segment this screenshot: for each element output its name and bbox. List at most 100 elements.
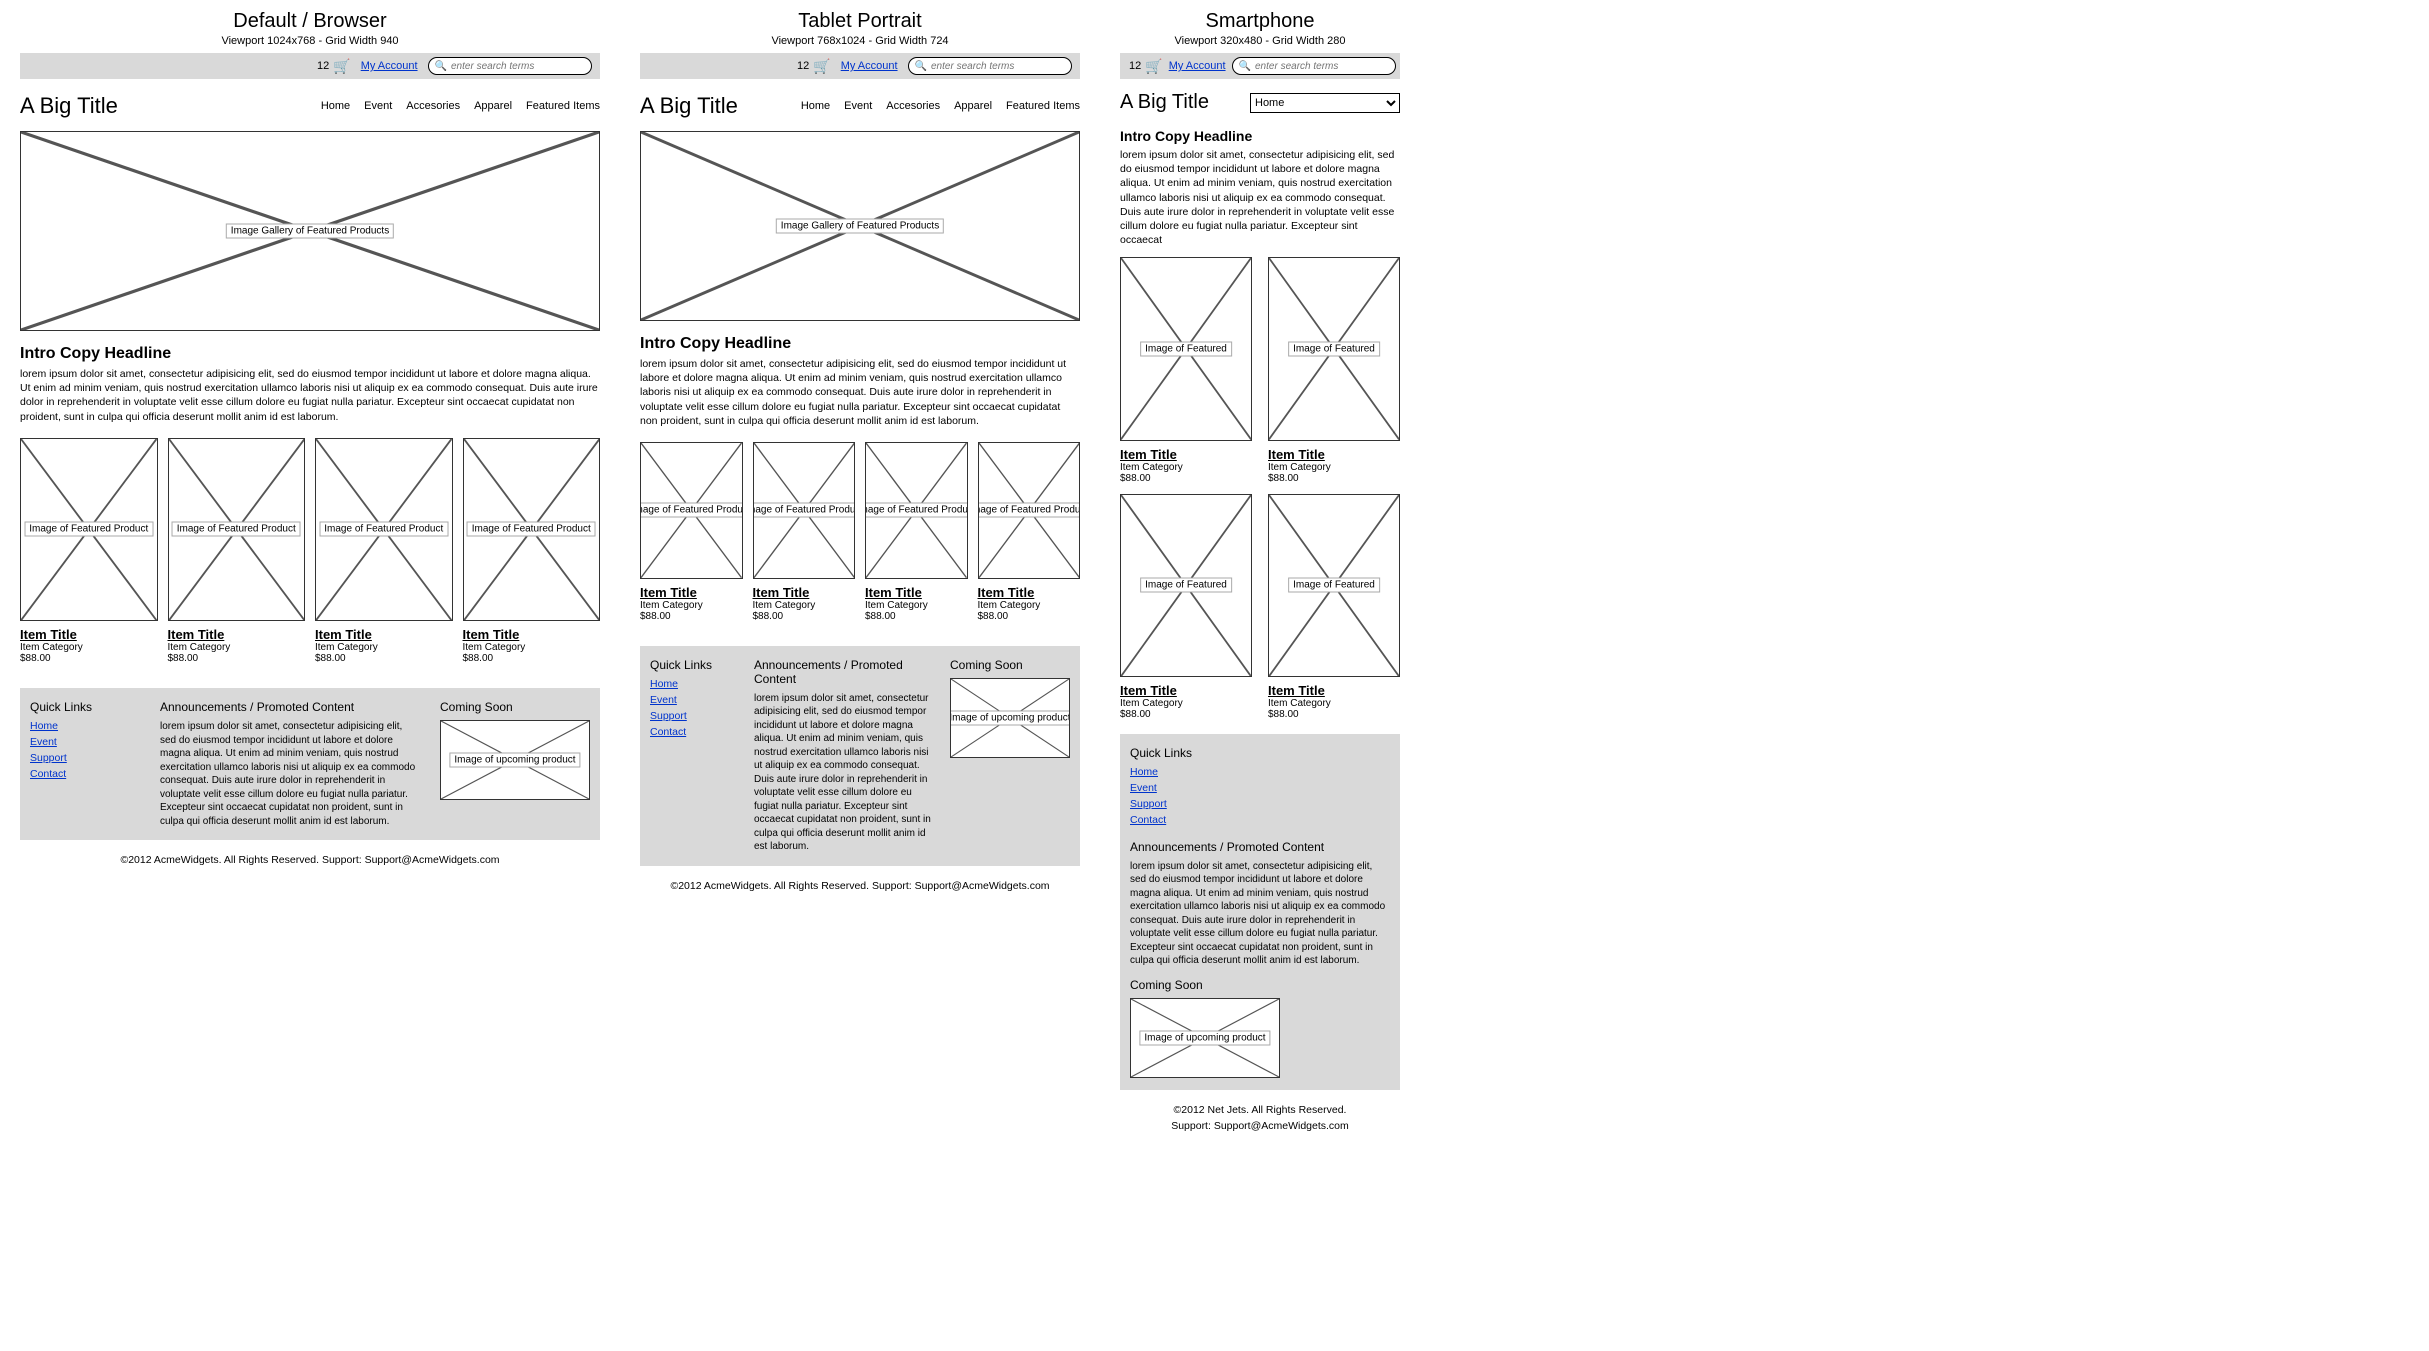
footer-link[interactable]: Contact [30, 768, 140, 780]
top-bar: 12 🛒 My Account 🔍 [1120, 53, 1400, 79]
item-price: $88.00 [463, 653, 601, 664]
item-category: Item Category [315, 642, 453, 653]
placeholder-label: Image of Featured [1140, 578, 1232, 593]
item-price: $88.00 [978, 611, 1081, 622]
coming-soon-image[interactable]: Image of upcoming product [440, 720, 590, 800]
footer-link[interactable]: Home [1130, 766, 1390, 778]
item-title[interactable]: Item Title [978, 585, 1081, 600]
cart-icon[interactable]: 🛒 [333, 58, 350, 75]
cart-icon[interactable]: 🛒 [813, 58, 830, 75]
footer-link[interactable]: Event [650, 694, 740, 706]
footer-link[interactable]: Contact [1130, 814, 1390, 826]
product-card[interactable]: Image of Featured Item Title Item Catego… [1120, 494, 1252, 720]
intro-copy: lorem ipsum dolor sit amet, consectetur … [1120, 148, 1400, 247]
placeholder-label: Image of Featured Product [640, 503, 743, 518]
product-card[interactable]: Image of Featured Product Item Title Ite… [640, 442, 743, 622]
item-title[interactable]: Item Title [865, 585, 968, 600]
cart-icon[interactable]: 🛒 [1145, 58, 1162, 75]
item-price: $88.00 [1268, 709, 1400, 720]
footer-link[interactable]: Support [30, 752, 140, 764]
nav-item[interactable]: Home [801, 100, 830, 112]
quick-links-title: Quick Links [650, 658, 740, 672]
search-input[interactable] [1255, 61, 1389, 72]
item-title[interactable]: Item Title [753, 585, 856, 600]
item-title[interactable]: Item Title [463, 627, 601, 642]
nav-item[interactable]: Home [321, 100, 350, 112]
placeholder-label: Image of Featured Product [319, 522, 448, 537]
search-field[interactable]: 🔍 [428, 57, 592, 75]
search-field[interactable]: 🔍 [1232, 57, 1396, 75]
search-input[interactable] [931, 61, 1065, 72]
footer-link[interactable]: Support [1130, 798, 1390, 810]
announcements: Announcements / Promoted Content lorem i… [754, 658, 936, 854]
footer-link[interactable]: Event [1130, 782, 1390, 794]
item-title[interactable]: Item Title [168, 627, 306, 642]
quick-links: Quick Links Home Event Support Contact [650, 658, 740, 854]
item-title[interactable]: Item Title [1120, 447, 1252, 462]
coming-soon: Coming Soon Image of upcoming product [1130, 978, 1390, 1078]
product-card[interactable]: Image of Featured Product Item Title Ite… [753, 442, 856, 622]
product-card[interactable]: Image of Featured Product Item Title Ite… [20, 438, 158, 664]
hero-gallery[interactable]: Image Gallery of Featured Products [20, 131, 600, 331]
search-input[interactable] [451, 61, 585, 72]
announcements: Announcements / Promoted Content lorem i… [1130, 840, 1390, 968]
nav-item[interactable]: Event [364, 100, 392, 112]
product-card[interactable]: Image of Featured Product Item Title Ite… [865, 442, 968, 622]
item-category: Item Category [865, 600, 968, 611]
footer-link[interactable]: Support [650, 710, 740, 722]
layout-smartphone: Smartphone Viewport 320x480 - Grid Width… [1120, 10, 1400, 1132]
nav-item[interactable]: Accesories [886, 100, 940, 112]
footer-link[interactable]: Home [30, 720, 140, 732]
my-account-link[interactable]: My Account [1169, 60, 1226, 72]
announcements-title: Announcements / Promoted Content [160, 700, 420, 714]
product-card[interactable]: Image of Featured Product Item Title Ite… [978, 442, 1081, 622]
search-icon: 🔍 [435, 61, 447, 72]
quick-links: Quick Links Home Event Support Contact [30, 700, 140, 828]
product-card[interactable]: Image of Featured Product Item Title Ite… [463, 438, 601, 664]
breakpoint-title: Default / Browser [20, 10, 600, 33]
nav-select[interactable]: Home [1250, 93, 1400, 113]
item-category: Item Category [1120, 698, 1252, 709]
coming-soon-image[interactable]: Image of upcoming product [1130, 998, 1280, 1078]
product-card[interactable]: Image of Featured Item Title Item Catego… [1268, 257, 1400, 483]
item-title[interactable]: Item Title [1268, 683, 1400, 698]
item-title[interactable]: Item Title [315, 627, 453, 642]
nav-item[interactable]: Apparel [474, 100, 512, 112]
nav-item[interactable]: Accesories [406, 100, 460, 112]
product-card[interactable]: Image of Featured Product Item Title Ite… [168, 438, 306, 664]
footer-link[interactable]: Event [30, 736, 140, 748]
placeholder-label: Image of Featured Product [978, 503, 1081, 518]
my-account-link[interactable]: My Account [841, 60, 898, 72]
my-account-link[interactable]: My Account [361, 60, 418, 72]
announcements: Announcements / Promoted Content lorem i… [160, 700, 420, 828]
product-card[interactable]: Image of Featured Item Title Item Catego… [1268, 494, 1400, 720]
product-card[interactable]: Image of Featured Product Item Title Ite… [315, 438, 453, 664]
nav-item[interactable]: Apparel [954, 100, 992, 112]
coming-soon-image[interactable]: Image of upcoming product [950, 678, 1070, 758]
hero-gallery[interactable]: Image Gallery of Featured Products [640, 131, 1080, 321]
footer-link[interactable]: Home [650, 678, 740, 690]
footer-link[interactable]: Contact [650, 726, 740, 738]
breakpoint-title: Smartphone [1120, 10, 1400, 33]
layout-tablet: Tablet Portrait Viewport 768x1024 - Grid… [640, 10, 1080, 892]
nav-item[interactable]: Featured Items [526, 100, 600, 112]
nav-item[interactable]: Event [844, 100, 872, 112]
product-card[interactable]: Image of Featured Item Title Item Catego… [1120, 257, 1252, 483]
cart-count: 12 [1129, 60, 1141, 72]
item-title[interactable]: Item Title [1120, 683, 1252, 698]
item-title[interactable]: Item Title [20, 627, 158, 642]
coming-soon-title: Coming Soon [950, 658, 1070, 672]
product-grid: Image of Featured Product Item Title Ite… [20, 438, 600, 664]
top-bar: 12 🛒 My Account 🔍 [640, 53, 1080, 79]
breakpoint-meta: Viewport 320x480 - Grid Width 280 [1120, 35, 1400, 47]
item-title[interactable]: Item Title [640, 585, 743, 600]
item-title[interactable]: Item Title [1268, 447, 1400, 462]
nav-item[interactable]: Featured Items [1006, 100, 1080, 112]
footer-block: Quick Links Home Event Support Contact A… [20, 688, 600, 840]
announcements-copy: lorem ipsum dolor sit amet, consectetur … [1130, 860, 1390, 968]
item-price: $88.00 [1120, 473, 1252, 484]
item-category: Item Category [753, 600, 856, 611]
coming-soon: Coming Soon Image of upcoming product [950, 658, 1070, 854]
item-price: $88.00 [1120, 709, 1252, 720]
search-field[interactable]: 🔍 [908, 57, 1072, 75]
